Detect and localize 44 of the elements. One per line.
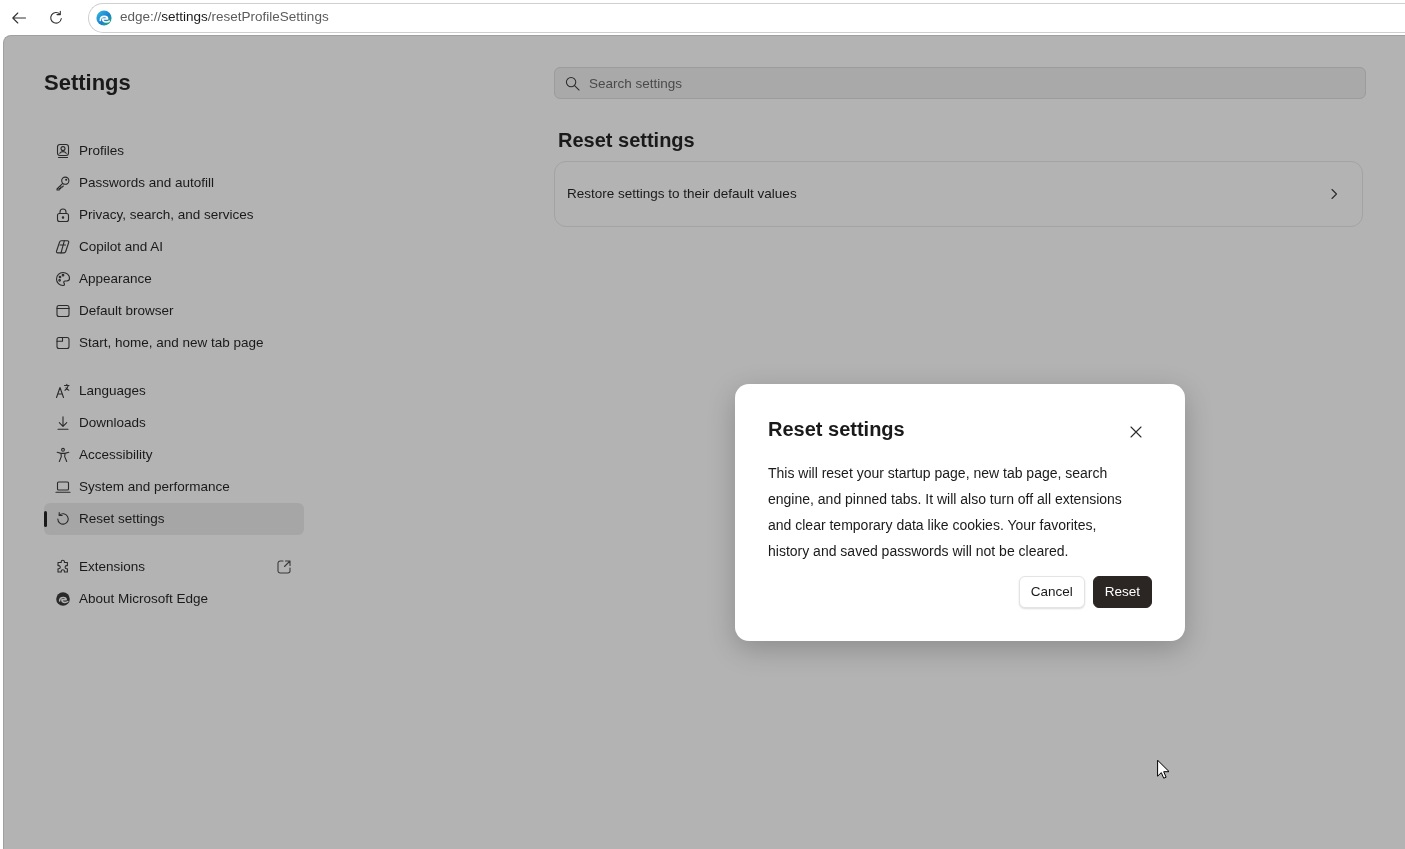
sidebar-item[interactable]: Reset settings	[44, 503, 304, 535]
accessibility-icon	[55, 447, 71, 463]
settings-row[interactable]: Restore settings to their default values	[555, 162, 1362, 226]
puzzle-piece-icon	[55, 559, 71, 575]
search-field[interactable]: Search settings	[554, 67, 1366, 99]
sidebar-item[interactable]: Accessibility	[44, 439, 304, 471]
sidebar-item[interactable]: Passwords and autofill	[44, 167, 304, 199]
dialog-title: Reset settings	[768, 417, 905, 442]
laptop-icon	[55, 479, 71, 495]
overlapping-shapes-icon	[55, 239, 71, 255]
browser-window-icon	[55, 303, 71, 319]
reset-button[interactable]: Reset	[1092, 576, 1152, 608]
sidebar-item[interactable]: About Microsoft Edge	[44, 583, 304, 615]
close-icon	[1130, 426, 1142, 438]
external-link-icon	[276, 559, 292, 575]
mouse-pointer-icon	[1157, 760, 1169, 779]
sidebar-item[interactable]: Default browser	[44, 295, 304, 327]
languages-icon	[55, 383, 71, 399]
key-icon	[55, 175, 71, 191]
sidebar-item[interactable]: Privacy, search, and services	[44, 199, 304, 231]
sidebar-item[interactable]: Languages	[44, 375, 304, 407]
download-icon	[55, 415, 71, 431]
sidebar-item[interactable]: Profiles	[44, 135, 304, 167]
dialog-message: This will reset your startup page, new tab page, search engine, and pinned tabs. It will also turn off all extensions and clear temporary data like cookies. Your favorites, history and saved passwords will not be cleared.	[768, 464, 1123, 561]
lock-icon	[55, 207, 71, 223]
swirl-logo-icon	[55, 591, 71, 607]
browser-logo-icon	[96, 9, 112, 26]
sidebar-item[interactable]: System and performance	[44, 471, 304, 503]
cancel-button[interactable]: Cancel	[1018, 576, 1085, 608]
page-tab-icon	[55, 335, 71, 351]
reload-icon	[48, 9, 64, 26]
palette-icon	[55, 271, 71, 287]
sidebar-item[interactable]: Extensions	[44, 551, 304, 583]
search-icon	[565, 76, 580, 91]
sidebar-item[interactable]: Appearance	[44, 263, 304, 295]
sidebar-item[interactable]: Copilot and AI	[44, 231, 304, 263]
profile-card-icon	[55, 143, 71, 159]
chevron-right-icon	[1328, 188, 1340, 200]
settings-title: Settings	[44, 69, 131, 97]
reset-arrow-icon	[55, 511, 71, 527]
section-heading: Reset settings	[558, 128, 695, 153]
back-arrow-icon	[11, 9, 27, 26]
sidebar-item[interactable]: Start, home, and new tab page	[44, 327, 304, 359]
sidebar-item[interactable]: Downloads	[44, 407, 304, 439]
